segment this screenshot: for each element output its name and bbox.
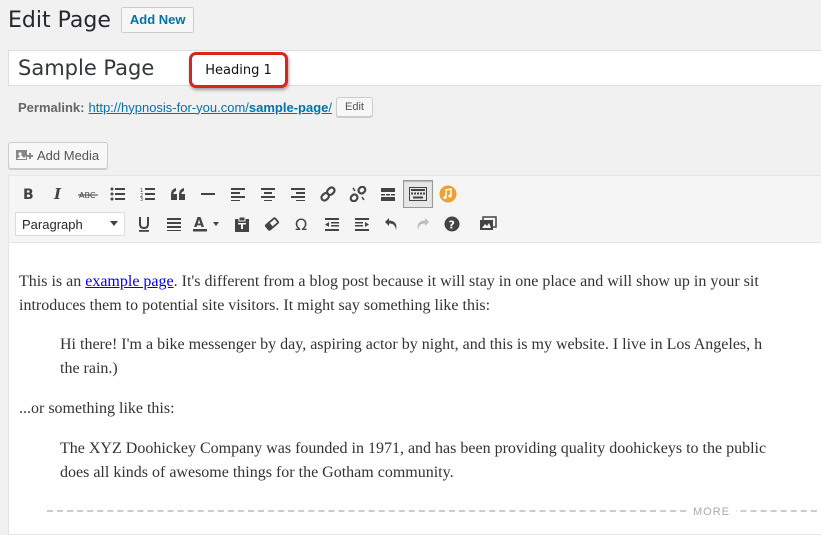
visual-editor: B I ABC 123 Paragraph A Ω ? This is an e… <box>8 175 821 535</box>
edit-permalink-button[interactable]: Edit <box>336 97 373 117</box>
bold-icon[interactable]: B <box>13 180 43 208</box>
horizontal-line-icon[interactable] <box>193 180 223 208</box>
page-title: Edit Page <box>8 7 111 33</box>
toolbar-row-2: Paragraph A Ω ? <box>13 209 503 239</box>
justify-icon[interactable] <box>159 210 189 238</box>
chevron-down-icon <box>110 221 118 226</box>
align-left-icon[interactable] <box>223 180 253 208</box>
distraction-free-icon[interactable] <box>473 210 503 238</box>
post-title-input[interactable]: Sample Page <box>8 50 821 86</box>
align-right-icon[interactable] <box>283 180 313 208</box>
undo-icon[interactable] <box>377 210 407 238</box>
format-select[interactable]: Paragraph <box>15 212 125 236</box>
numbered-list-icon[interactable]: 123 <box>133 180 163 208</box>
blockquote-icon[interactable] <box>163 180 193 208</box>
paragraph-1-line-2: introduces them to potential site visito… <box>19 297 491 314</box>
svg-text:3: 3 <box>140 197 143 201</box>
permalink-link[interactable]: http://hypnosis-for-you.com/sample-page/ <box>88 100 332 115</box>
heading-1-callout: Heading 1 <box>189 52 288 88</box>
outdent-icon[interactable] <box>317 210 347 238</box>
more-tag-label: MORE <box>687 500 736 524</box>
special-character-label: Ω <box>295 216 307 232</box>
text-color-icon[interactable]: A <box>189 210 227 238</box>
page-header: Edit Page Add New <box>8 4 195 36</box>
quote-2-line-2: does all kinds of awesome things for the… <box>60 464 454 481</box>
paragraph-1-line-1: This is an example page. It's different … <box>19 270 759 294</box>
permalink-url-tail: / <box>328 99 332 115</box>
format-select-value: Paragraph <box>22 216 83 232</box>
svg-text:B: B <box>23 187 34 201</box>
toolbar-toggle-icon[interactable] <box>403 180 433 208</box>
strikethrough-icon[interactable]: ABC <box>73 180 103 208</box>
add-media-label: Add Media <box>37 148 100 163</box>
example-page-link[interactable]: example page <box>85 273 173 290</box>
add-new-button[interactable]: Add New <box>120 7 195 33</box>
bullet-list-icon[interactable] <box>103 180 133 208</box>
p1-text-after: . It's different from a blog post becaus… <box>173 273 759 290</box>
editor-content[interactable]: This is an example page. It's different … <box>9 242 821 534</box>
special-character-icon[interactable]: Ω <box>287 210 317 238</box>
align-center-icon[interactable] <box>253 180 283 208</box>
redo-icon[interactable] <box>407 210 437 238</box>
editor-toolbar: B I ABC 123 Paragraph A Ω ? <box>9 176 821 243</box>
insert-link-icon[interactable] <box>313 180 343 208</box>
read-more-icon[interactable] <box>373 180 403 208</box>
audio-icon[interactable] <box>433 180 463 208</box>
clear-formatting-icon[interactable] <box>257 210 287 238</box>
underline-icon[interactable] <box>129 210 159 238</box>
permalink-slug: sample-page <box>248 99 329 115</box>
add-media-icon <box>16 149 33 160</box>
paragraph-2: ...or something like this: <box>19 400 175 417</box>
quote-1-line-2: the rain.) <box>60 360 118 377</box>
help-icon[interactable]: ? <box>437 210 467 238</box>
italic-icon[interactable]: I <box>43 180 73 208</box>
toolbar-row-1: B I ABC 123 <box>13 179 463 209</box>
paste-as-text-icon[interactable] <box>227 210 257 238</box>
indent-icon[interactable] <box>347 210 377 238</box>
permalink-label: Permalink: <box>18 99 85 115</box>
permalink-url-base: http://hypnosis-for-you.com/ <box>88 99 249 115</box>
svg-text:A: A <box>194 216 204 231</box>
permalink-row: Permalink: http://hypnosis-for-you.com/s… <box>18 97 373 117</box>
svg-text:I: I <box>53 187 62 201</box>
svg-text:?: ? <box>449 219 455 232</box>
add-media-button[interactable]: Add Media <box>8 142 109 169</box>
p1-text-before: This is an <box>19 273 86 290</box>
quote-1-line-1: Hi there! I'm a bike messenger by day, a… <box>60 336 763 353</box>
quote-2-line-1: The XYZ Doohickey Company was founded in… <box>60 440 767 457</box>
remove-link-icon[interactable] <box>343 180 373 208</box>
